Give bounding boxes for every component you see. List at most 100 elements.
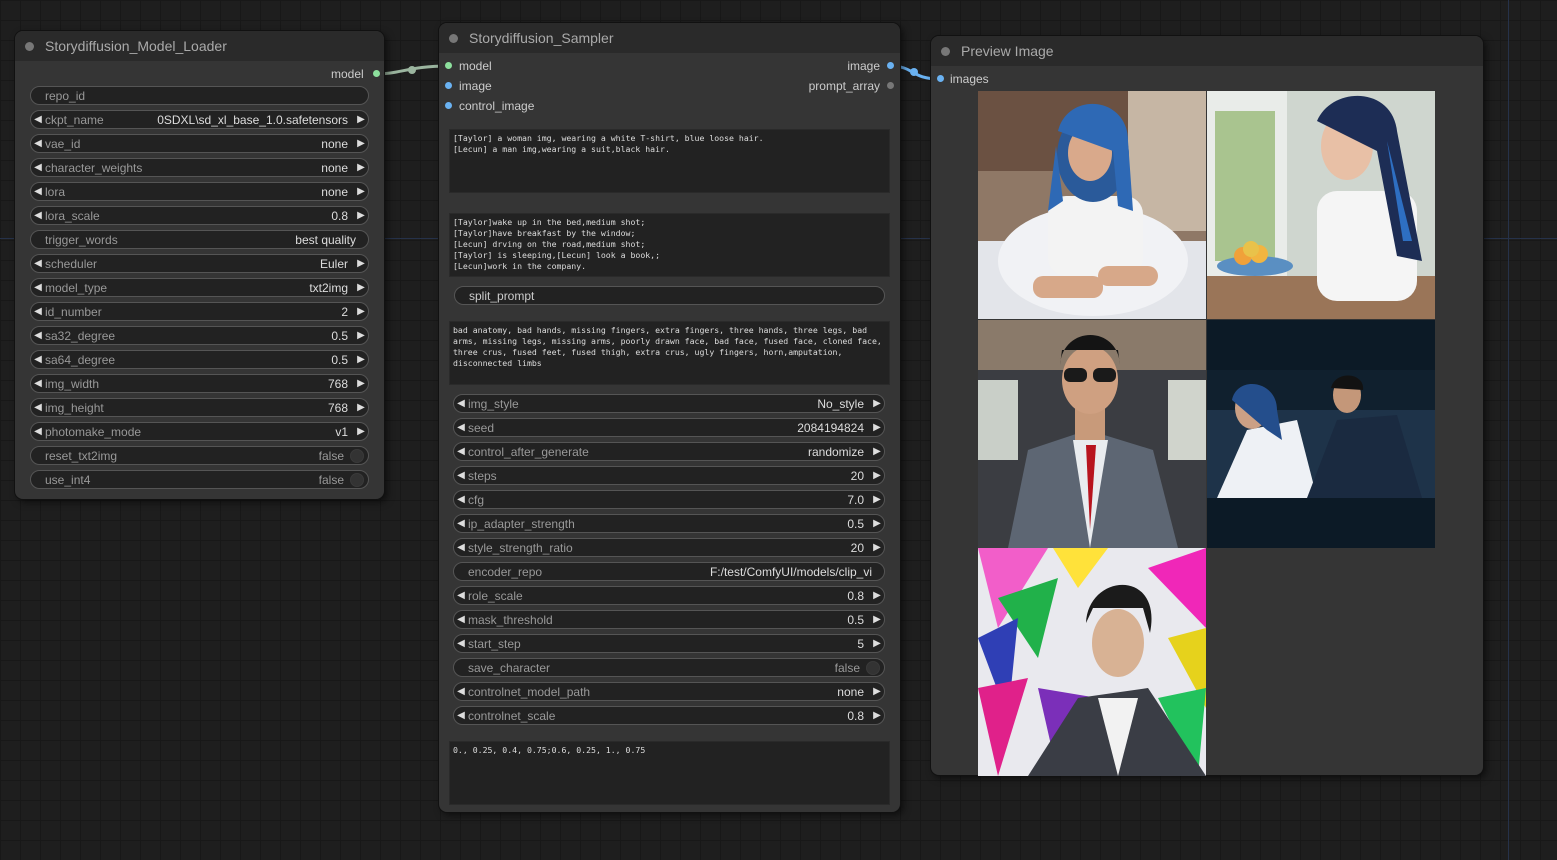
region-mask-textarea[interactable]: 0., 0.25, 0.4, 0.75;0.6, 0.25, 1., 0.75 <box>449 741 890 805</box>
decrement-arrow-icon[interactable]: ◀ <box>31 402 45 413</box>
collapse-dot-icon[interactable] <box>941 46 950 56</box>
decrement-arrow-icon[interactable]: ◀ <box>31 186 45 197</box>
seed-widget[interactable]: ◀ seed 2084194824 ▶ <box>453 418 885 437</box>
character-weights-widget[interactable]: ◀ character_weights none ▶ <box>30 158 369 177</box>
increment-arrow-icon[interactable]: ▶ <box>870 638 884 649</box>
photomake-mode-widget[interactable]: ◀ photomake_mode v1 ▶ <box>30 422 369 441</box>
ip-adapter-strength-widget[interactable]: ◀ ip_adapter_strength 0.5 ▶ <box>453 514 885 533</box>
input-control-image-slot[interactable]: control_image <box>445 98 534 114</box>
preview-image-node[interactable]: Preview Image images <box>931 36 1483 776</box>
increment-arrow-icon[interactable]: ▶ <box>354 282 368 293</box>
toggle-knob-icon[interactable] <box>866 660 880 675</box>
increment-arrow-icon[interactable]: ▶ <box>354 258 368 269</box>
decrement-arrow-icon[interactable]: ◀ <box>31 162 45 173</box>
ckpt-name-widget[interactable]: ◀ ckpt_name 0SDXL\sd_xl_base_1.0.safetenso… <box>30 110 369 129</box>
increment-arrow-icon[interactable]: ▶ <box>870 494 884 505</box>
decrement-arrow-icon[interactable]: ◀ <box>454 518 468 529</box>
increment-arrow-icon[interactable]: ▶ <box>354 162 368 173</box>
increment-arrow-icon[interactable]: ▶ <box>870 398 884 409</box>
output-prompt-array-dot-icon[interactable] <box>887 82 894 90</box>
preview-image-3[interactable] <box>978 320 1206 548</box>
save-character-widget[interactable]: save_character false <box>453 658 885 677</box>
id-number-widget[interactable]: ◀ id_number 2 ▶ <box>30 302 369 321</box>
character-prompt-textarea[interactable]: [Taylor] a woman img, wearing a white T-… <box>449 129 890 193</box>
preview-title-bar[interactable]: Preview Image <box>931 36 1483 66</box>
increment-arrow-icon[interactable]: ▶ <box>354 330 368 341</box>
preview-image-2[interactable] <box>1207 91 1435 319</box>
trigger-words-widget[interactable]: trigger_words best quality <box>30 230 369 249</box>
increment-arrow-icon[interactable]: ▶ <box>354 210 368 221</box>
input-images-slot[interactable]: images <box>937 71 989 87</box>
model-type-widget[interactable]: ◀ model_type txt2img ▶ <box>30 278 369 297</box>
increment-arrow-icon[interactable]: ▶ <box>354 402 368 413</box>
increment-arrow-icon[interactable]: ▶ <box>354 426 368 437</box>
img-width-widget[interactable]: ◀ img_width 768 ▶ <box>30 374 369 393</box>
preview-image-1[interactable] <box>978 91 1206 319</box>
decrement-arrow-icon[interactable]: ◀ <box>31 210 45 221</box>
sampler-node[interactable]: Storydiffusion_Sampler model image contr… <box>439 23 900 812</box>
decrement-arrow-icon[interactable]: ◀ <box>454 638 468 649</box>
sa64-degree-widget[interactable]: ◀ sa64_degree 0.5 ▶ <box>30 350 369 369</box>
decrement-arrow-icon[interactable]: ◀ <box>31 354 45 365</box>
input-model-dot-icon[interactable] <box>445 62 452 70</box>
use-int4-widget[interactable]: use_int4 false <box>30 470 369 489</box>
mask-threshold-widget[interactable]: ◀ mask_threshold 0.5 ▶ <box>453 610 885 629</box>
img-style-widget[interactable]: ◀ img_style No_style ▶ <box>453 394 885 413</box>
preview-image-5[interactable] <box>978 548 1206 776</box>
increment-arrow-icon[interactable]: ▶ <box>354 378 368 389</box>
decrement-arrow-icon[interactable]: ◀ <box>454 542 468 553</box>
sampler-title-bar[interactable]: Storydiffusion_Sampler <box>439 23 900 53</box>
increment-arrow-icon[interactable]: ▶ <box>870 686 884 697</box>
toggle-knob-icon[interactable] <box>350 472 364 487</box>
style-strength-ratio-widget[interactable]: ◀ style_strength_ratio 20 ▶ <box>453 538 885 557</box>
start-step-widget[interactable]: ◀ start_step 5 ▶ <box>453 634 885 653</box>
output-model-slot[interactable]: model <box>331 66 380 82</box>
input-image-dot-icon[interactable] <box>445 82 452 90</box>
input-images-dot-icon[interactable] <box>937 75 944 83</box>
decrement-arrow-icon[interactable]: ◀ <box>31 426 45 437</box>
output-prompt-array-slot[interactable]: prompt_array <box>809 78 894 94</box>
increment-arrow-icon[interactable]: ▶ <box>870 518 884 529</box>
img-height-widget[interactable]: ◀ img_height 768 ▶ <box>30 398 369 417</box>
input-control-image-dot-icon[interactable] <box>445 102 452 110</box>
output-image-dot-icon[interactable] <box>887 62 894 70</box>
decrement-arrow-icon[interactable]: ◀ <box>31 258 45 269</box>
increment-arrow-icon[interactable]: ▶ <box>870 470 884 481</box>
reset-txt2img-widget[interactable]: reset_txt2img false <box>30 446 369 465</box>
toggle-knob-icon[interactable] <box>350 448 364 463</box>
decrement-arrow-icon[interactable]: ◀ <box>454 446 468 457</box>
increment-arrow-icon[interactable]: ▶ <box>354 354 368 365</box>
increment-arrow-icon[interactable]: ▶ <box>354 186 368 197</box>
collapse-dot-icon[interactable] <box>449 33 458 43</box>
decrement-arrow-icon[interactable]: ◀ <box>454 470 468 481</box>
steps-widget[interactable]: ◀ steps 20 ▶ <box>453 466 885 485</box>
role-scale-widget[interactable]: ◀ role_scale 0.8 ▶ <box>453 586 885 605</box>
decrement-arrow-icon[interactable]: ◀ <box>31 378 45 389</box>
decrement-arrow-icon[interactable]: ◀ <box>31 306 45 317</box>
decrement-arrow-icon[interactable]: ◀ <box>454 494 468 505</box>
increment-arrow-icon[interactable]: ▶ <box>870 446 884 457</box>
input-image-slot[interactable]: image <box>445 78 492 94</box>
control-after-generate-widget[interactable]: ◀ control_after_generate randomize ▶ <box>453 442 885 461</box>
increment-arrow-icon[interactable]: ▶ <box>870 590 884 601</box>
decrement-arrow-icon[interactable]: ◀ <box>31 330 45 341</box>
increment-arrow-icon[interactable]: ▶ <box>870 542 884 553</box>
controlnet-scale-widget[interactable]: ◀ controlnet_scale 0.8 ▶ <box>453 706 885 725</box>
increment-arrow-icon[interactable]: ▶ <box>354 138 368 149</box>
increment-arrow-icon[interactable]: ▶ <box>354 114 368 125</box>
encoder-repo-widget[interactable]: encoder_repo F:/test/ComfyUI/models/clip_… <box>453 562 885 581</box>
sa32-degree-widget[interactable]: ◀ sa32_degree 0.5 ▶ <box>30 326 369 345</box>
controlnet-model-path-widget[interactable]: ◀ controlnet_model_path none ▶ <box>453 682 885 701</box>
preview-image-4[interactable] <box>1207 320 1435 548</box>
decrement-arrow-icon[interactable]: ◀ <box>31 282 45 293</box>
decrement-arrow-icon[interactable]: ◀ <box>31 138 45 149</box>
decrement-arrow-icon[interactable]: ◀ <box>454 614 468 625</box>
increment-arrow-icon[interactable]: ▶ <box>354 306 368 317</box>
split-prompt-button[interactable]: split_prompt <box>454 286 885 305</box>
increment-arrow-icon[interactable]: ▶ <box>870 614 884 625</box>
decrement-arrow-icon[interactable]: ◀ <box>454 422 468 433</box>
collapse-dot-icon[interactable] <box>25 41 34 51</box>
model-loader-node[interactable]: Storydiffusion_Model_Loader model repo_i… <box>15 31 384 499</box>
increment-arrow-icon[interactable]: ▶ <box>870 710 884 721</box>
decrement-arrow-icon[interactable]: ◀ <box>454 590 468 601</box>
